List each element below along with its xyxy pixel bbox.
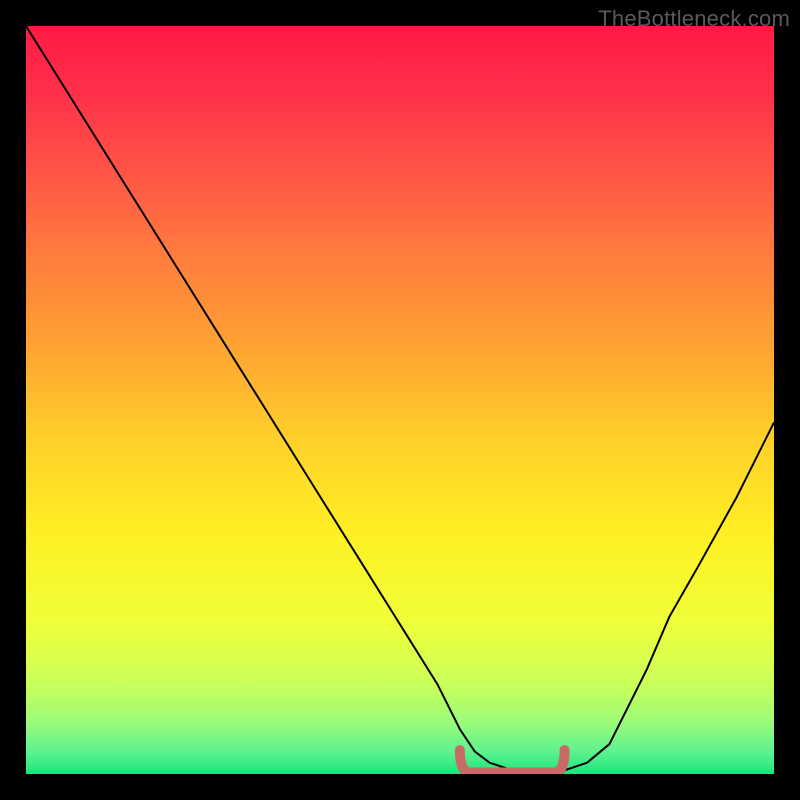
watermark-text: TheBottleneck.com	[598, 6, 790, 32]
chart-frame: TheBottleneck.com	[0, 0, 800, 800]
gradient-background	[26, 26, 774, 774]
plot-area	[26, 26, 774, 774]
chart-svg	[26, 26, 774, 774]
